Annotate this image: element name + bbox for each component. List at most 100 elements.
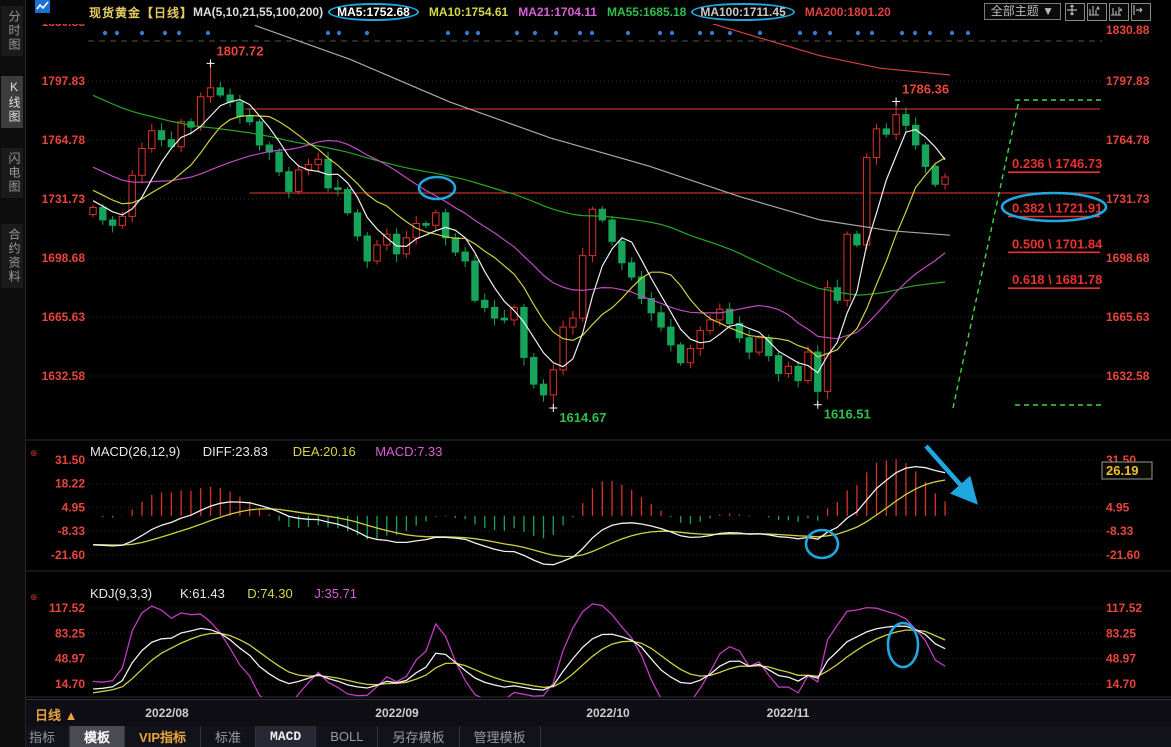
candle-body (550, 370, 556, 395)
ma-value-4: MA55:1685.18 (607, 5, 686, 19)
kdj-header-2: D:74.30 (247, 586, 293, 601)
period-selector[interactable]: 日线 ▲ (35, 705, 77, 724)
candle-body (717, 309, 723, 320)
ma-readout: MA(5,10,21,55,100,200)MA5:1752.68MA10:17… (193, 5, 901, 19)
sidebar-item-3[interactable]: 合约资料 (1, 224, 23, 288)
kdj-header-1: K:61.43 (180, 586, 225, 601)
macd-header-1: DIFF:23.83 (203, 444, 268, 459)
theme-select-button[interactable]: 全部主题 ▼ (984, 3, 1061, 20)
candle-body (491, 307, 497, 318)
macd-header-0: MACD(26,12,9) (90, 444, 180, 459)
price-axis-left: 1731.73 (42, 192, 86, 206)
candle-body (844, 234, 850, 300)
signal-dot (446, 31, 450, 35)
sidebar-item-2[interactable]: 闪电图 (1, 148, 23, 198)
signal-dot (115, 31, 119, 35)
pan-right-icon[interactable] (1131, 3, 1151, 21)
candle-body (374, 245, 380, 261)
candle-body (149, 131, 155, 149)
candle-body (824, 288, 830, 392)
indicator-tab-bar: 指标模板VIP指标标准MACDBOLL另存模板管理模板 (0, 726, 1171, 747)
kline-mini-icon (35, 0, 50, 13)
signal-dot (365, 31, 369, 35)
candle-body (423, 224, 429, 226)
tab-MACD[interactable]: MACD (256, 726, 316, 747)
tab-管理模板[interactable]: 管理模板 (460, 726, 541, 747)
fit-height-icon[interactable] (1109, 3, 1129, 21)
extreme-label: 1614.67 (559, 410, 606, 425)
j-line (93, 604, 945, 709)
tab-另存模板[interactable]: 另存模板 (378, 726, 459, 747)
kdj-header-0: KDJ(9,3,3) (90, 586, 152, 601)
candle-body (276, 152, 282, 172)
kdj-axis-left: 48.97 (55, 652, 85, 666)
candle-body (766, 338, 772, 356)
signal-dot (533, 31, 537, 35)
macd-axis-left: -8.33 (58, 524, 86, 538)
candle-body (873, 129, 879, 158)
candle-body (864, 157, 870, 244)
candle-body (364, 236, 370, 261)
signal-dot (626, 31, 630, 35)
candle-body (335, 188, 341, 190)
macd-axis-left: 18.22 (55, 477, 85, 491)
macd-header-3: MACD:7.33 (375, 444, 442, 459)
candle-body (628, 263, 634, 277)
macd-axis-left: 31.50 (55, 453, 85, 467)
kdj-axis-left: 14.70 (55, 677, 85, 691)
signal-dot (828, 31, 832, 35)
candle-body (775, 356, 781, 374)
price-axis-right: 1632.58 (1106, 369, 1150, 383)
extreme-label: 1786.36 (902, 81, 949, 96)
price-axis-left: 1797.83 (42, 74, 86, 88)
macd-current-value: 26.19 (1106, 463, 1139, 478)
tab-BOLL[interactable]: BOLL (316, 726, 378, 747)
kdj-axis-right: 14.70 (1106, 677, 1136, 691)
sidebar-item-1[interactable]: K线图 (1, 76, 23, 128)
signal-dot (670, 31, 674, 35)
tab-VIP指标[interactable]: VIP指标 (125, 726, 201, 747)
ma21-line (93, 141, 945, 339)
fib-label-0.236: 0.236 \ 1746.73 (1012, 156, 1102, 171)
panel-close-icon: ⊗ (30, 448, 38, 458)
fit-width-icon[interactable] (1087, 3, 1107, 21)
price-axis-left: 1665.63 (42, 310, 86, 324)
circle-macd-cross (806, 530, 838, 558)
candle-body (413, 224, 419, 238)
kdj-header-3: J:35.71 (314, 586, 357, 601)
chart-canvas[interactable]: 0.236 \ 1746.730.382 \ 1721.910.500 \ 17… (0, 0, 1171, 747)
signal-dot (515, 31, 519, 35)
candle-body (501, 318, 507, 320)
fib-label-0.382: 0.382 \ 1721.91 (1012, 201, 1102, 216)
candle-body (354, 213, 360, 236)
signal-dot (163, 31, 167, 35)
candle-body (834, 288, 840, 300)
candle-body (207, 88, 213, 97)
candle-body (217, 88, 223, 95)
signal-dot (710, 31, 714, 35)
k-line (93, 626, 945, 690)
move-icon[interactable] (1065, 3, 1085, 21)
candle-body (599, 209, 605, 220)
signal-dot (578, 31, 582, 35)
signal-dot (465, 31, 469, 35)
signal-dot (103, 31, 107, 35)
candle-body (531, 357, 537, 384)
annotation-arrow (926, 446, 972, 498)
signal-dot (928, 31, 932, 35)
tab-模板[interactable]: 模板 (70, 726, 125, 747)
candle-body (315, 159, 321, 164)
sidebar-item-0[interactable]: 分时图 (1, 6, 23, 56)
signal-dot (798, 31, 802, 35)
candle-body (668, 327, 674, 345)
macd-axis-right: -21.60 (1106, 548, 1140, 562)
signal-dot (658, 31, 662, 35)
signal-dot (177, 31, 181, 35)
candle-body (100, 207, 106, 219)
candle-body (687, 348, 693, 362)
signal-dot (337, 31, 341, 35)
price-axis-right: 1698.68 (1106, 251, 1150, 265)
candle-body (677, 345, 683, 363)
candle-body (109, 220, 115, 225)
tab-标准[interactable]: 标准 (201, 726, 256, 747)
